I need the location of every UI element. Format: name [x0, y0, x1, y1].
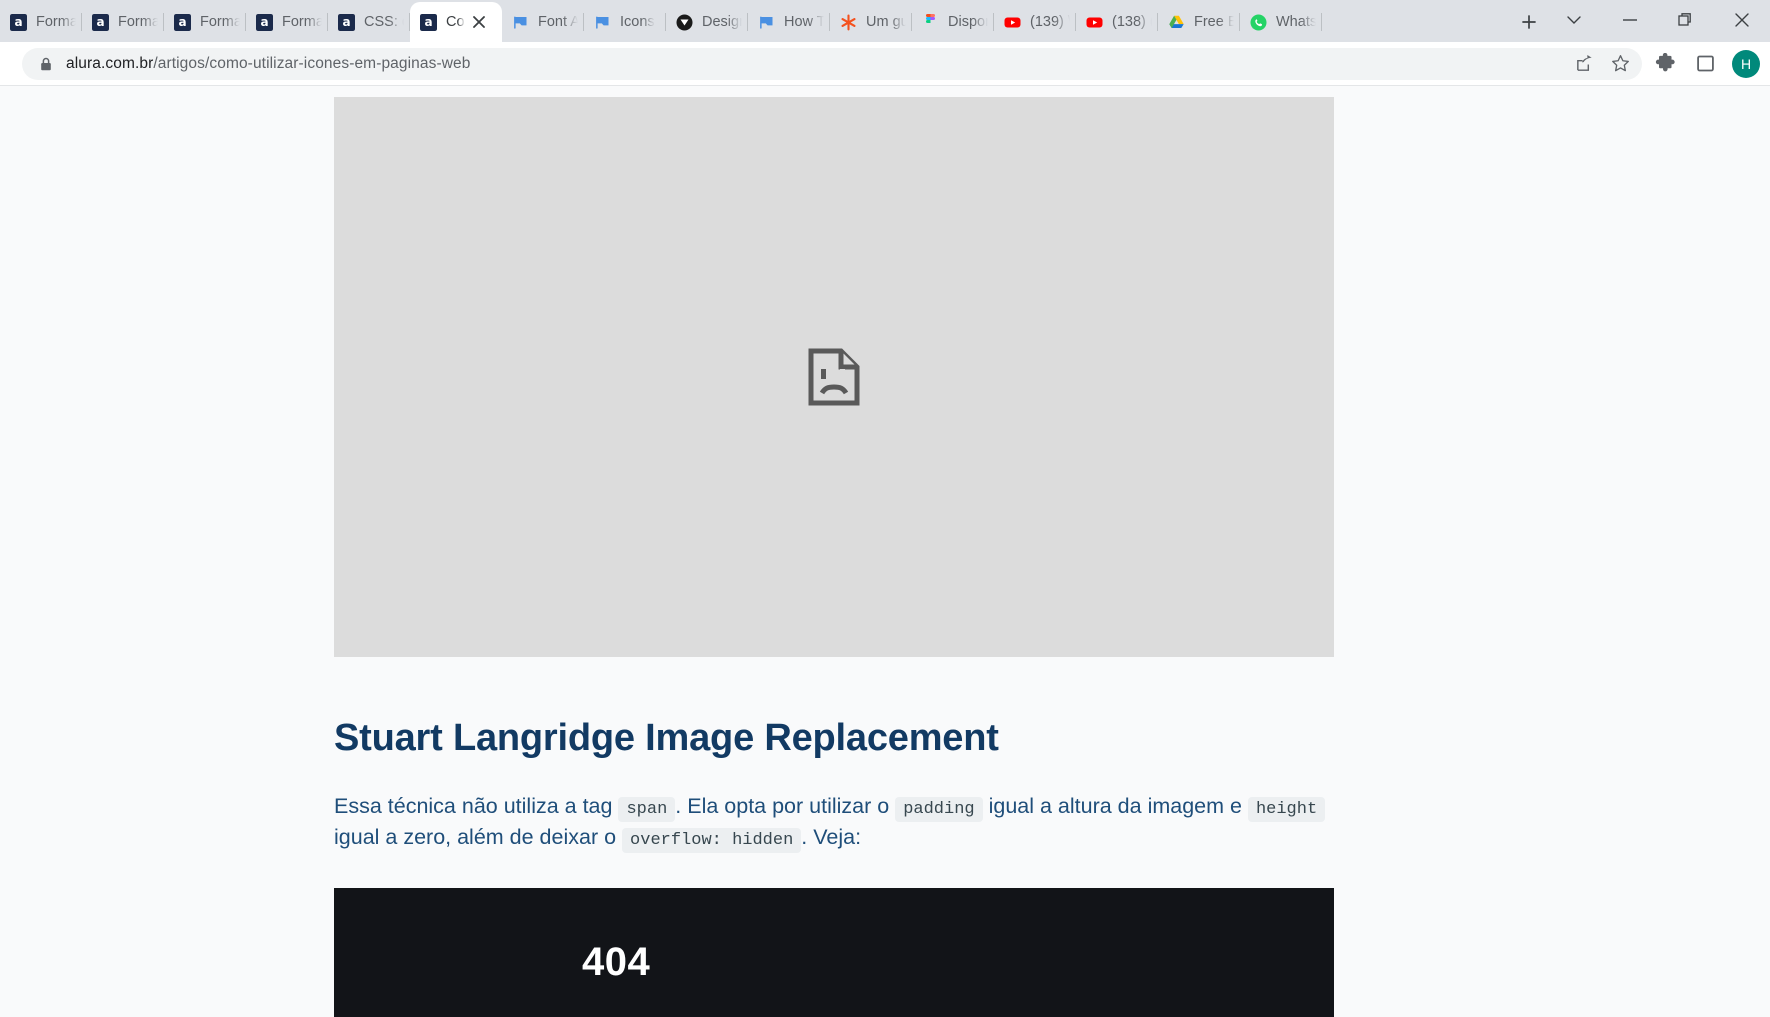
side-panel-icon[interactable] — [1688, 47, 1722, 81]
browser-window: aFormaaFormaaFormaaFormaaCSS: daCoFont A… — [0, 0, 1770, 1017]
new-tab-button[interactable] — [1512, 5, 1546, 39]
inline-code-height: height — [1247, 796, 1326, 822]
tab-title: Forma — [118, 14, 158, 30]
alura-icon: a — [420, 13, 437, 31]
tab-title: Forma — [282, 14, 322, 30]
browser-toolbar: alura.com.br/artigos/como-utilizar-icone… — [0, 42, 1770, 86]
browser-tab[interactable]: Um gu — [830, 2, 912, 42]
google-drive-icon — [1168, 14, 1185, 31]
url-text: alura.com.br/artigos/como-utilizar-icone… — [66, 55, 1568, 73]
tab-close-icon[interactable] — [469, 12, 489, 32]
browser-tab[interactable]: a Forma — [246, 2, 328, 42]
tab-title: Icons — [620, 14, 655, 30]
whatsapp-icon — [1250, 14, 1267, 31]
tab-title: Co — [446, 14, 465, 30]
browser-tab[interactable]: Design — [666, 2, 748, 42]
browser-tab[interactable]: (139) \ — [994, 2, 1076, 42]
flag-icon — [512, 14, 529, 31]
alura-icon: a — [92, 13, 109, 31]
paragraph-part-3: igual a altura da imagem e — [988, 793, 1242, 818]
tab-title: Free B — [1194, 14, 1234, 30]
inline-code-padding: padding — [895, 796, 983, 822]
browser-tab[interactable]: a CSS: d — [328, 2, 410, 42]
page-title: Stuart Langridge Image Replacement — [334, 717, 999, 759]
lock-icon — [38, 56, 54, 72]
page-viewport: Stuart Langridge Image Replacement Essa … — [0, 86, 1770, 1017]
browser-tab[interactable]: Icons — [584, 2, 666, 42]
browser-tab[interactable]: How T — [748, 2, 830, 42]
browser-tab[interactable]: a Forma — [0, 2, 82, 42]
flag-icon — [594, 14, 611, 31]
browser-tab[interactable]: Free B — [1158, 2, 1240, 42]
broken-image-placeholder — [334, 97, 1334, 657]
tab-title: CSS: d — [364, 14, 404, 30]
tab-separator — [1321, 13, 1322, 31]
browser-tab[interactable]: Whats — [1240, 2, 1322, 42]
alura-icon: a — [174, 13, 191, 31]
tab-list: aFormaaFormaaFormaaFormaaCSS: daCoFont A… — [0, 0, 1504, 42]
browser-tab[interactable]: a Forma — [164, 2, 246, 42]
inline-code-overflow: overflow: hidden — [622, 828, 802, 854]
tab-title: Forma — [200, 14, 240, 30]
profile-avatar[interactable]: H — [1732, 49, 1760, 78]
minimize-button[interactable] — [1602, 0, 1658, 40]
youtube-icon — [1004, 14, 1021, 31]
tab-title: Font A — [538, 14, 578, 30]
tab-title: (139) \ — [1030, 14, 1070, 30]
code-block-text: 404 — [582, 939, 651, 984]
circle-triangle-icon — [676, 14, 693, 31]
alura-icon: a — [10, 13, 27, 31]
browser-tab[interactable]: a Forma — [82, 2, 164, 42]
tab-title: Whats — [1276, 14, 1316, 30]
broken-image-icon — [808, 348, 860, 406]
share-icon[interactable] — [1568, 48, 1600, 80]
paragraph-part-4: igual a zero, além de deixar o — [334, 825, 617, 850]
code-block: 404 — [334, 887, 1334, 1017]
paragraph-part-2: . Ela opta por utilizar o — [675, 793, 890, 818]
puzzle-icon[interactable] — [1648, 47, 1682, 81]
alura-icon: a — [338, 13, 355, 31]
browser-tab[interactable]: (138) ( — [1076, 2, 1158, 42]
tab-strip: aFormaaFormaaFormaaFormaaCSS: daCoFont A… — [0, 0, 1770, 42]
close-button[interactable] — [1714, 0, 1770, 40]
tab-title: Design — [702, 14, 742, 30]
tab-title: Um gu — [866, 14, 906, 30]
paragraph-part-1: Essa técnica não utiliza a tag — [334, 793, 613, 818]
omnibox-actions — [1568, 48, 1636, 80]
figma-icon — [922, 13, 939, 31]
address-bar[interactable]: alura.com.br/artigos/como-utilizar-icone… — [22, 47, 1642, 80]
url-domain: alura.com.br — [66, 54, 154, 72]
article-column: Stuart Langridge Image Replacement Essa … — [334, 97, 1334, 1017]
browser-tab-active[interactable]: a Co — [410, 2, 502, 42]
tab-title: Forma — [36, 14, 76, 30]
alura-icon: a — [256, 13, 273, 31]
youtube-icon — [1086, 14, 1103, 31]
inline-code-span: span — [618, 796, 676, 822]
maximize-restore-button[interactable] — [1658, 0, 1714, 40]
asterisk-icon — [840, 14, 857, 31]
star-icon[interactable] — [1604, 48, 1636, 80]
flag-icon — [758, 14, 775, 31]
paragraph-part-5: . Veja: — [801, 825, 862, 850]
tab-title: Dispon — [948, 14, 988, 30]
article-paragraph: Essa técnica não utiliza a tag span. Ela… — [334, 791, 1334, 854]
browser-tab[interactable]: Font A — [502, 2, 584, 42]
tab-title: How T — [784, 14, 824, 30]
tab-search-button[interactable] — [1546, 0, 1602, 40]
tab-title: (138) ( — [1112, 14, 1152, 30]
browser-tab[interactable]: Dispon — [912, 2, 994, 42]
window-controls — [1546, 0, 1770, 42]
url-path: /artigos/como-utilizar-icones-em-paginas… — [153, 54, 471, 72]
page-content: Stuart Langridge Image Replacement Essa … — [0, 86, 1770, 1017]
